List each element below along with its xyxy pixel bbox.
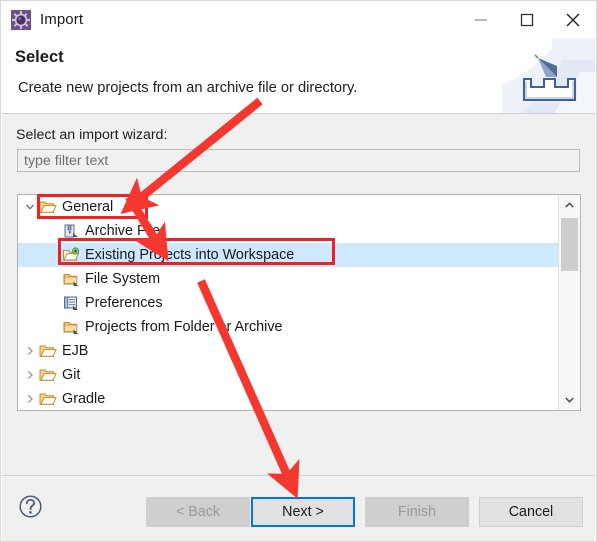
tree-item-label: Preferences (85, 295, 163, 311)
wizard-body: Select an import wizard: General (2, 113, 595, 476)
tree-item-label: EJB (62, 343, 89, 359)
search-input[interactable] (17, 149, 580, 172)
window-title: Import (40, 11, 84, 28)
finish-button[interactable]: Finish (365, 497, 469, 527)
title-bar: Import (1, 1, 596, 38)
chevron-right-icon[interactable] (21, 346, 39, 356)
tree-item-preferences[interactable]: Preferences (18, 291, 559, 315)
folder-import-icon (62, 270, 80, 288)
page-description: Create new projects from an archive file… (18, 80, 358, 96)
tree-item-file-system[interactable]: File System (18, 267, 559, 291)
wizard-header: Select Create new projects from an archi… (2, 38, 595, 113)
annotation-box-existing-projects (58, 238, 335, 265)
import-tray-arrow-icon (502, 38, 595, 113)
help-question-icon[interactable] (18, 494, 43, 519)
folder-open-icon (39, 366, 57, 384)
chevron-right-icon[interactable] (21, 370, 39, 380)
maximize-icon[interactable] (504, 1, 550, 38)
back-button[interactable]: < Back (146, 497, 250, 527)
tree-item-label: Git (62, 367, 81, 383)
cancel-button[interactable]: Cancel (479, 497, 583, 527)
scrollbar-thumb[interactable] (561, 218, 578, 271)
tree-vertical-scrollbar[interactable] (558, 195, 580, 410)
import-wizard-icon (11, 9, 31, 30)
window-controls (458, 1, 596, 38)
next-button[interactable]: Next > (251, 497, 355, 527)
preferences-icon (62, 294, 80, 312)
tree-item-label: Archive File (85, 223, 161, 239)
close-icon[interactable] (550, 1, 596, 38)
tree-item-label: File System (85, 271, 161, 287)
tree-item-git[interactable]: Git (18, 363, 559, 387)
tree-label: Select an import wizard: (16, 127, 168, 143)
tree-item-ejb[interactable]: EJB (18, 339, 559, 363)
tree-item-label: Projects from Folder or Archive (85, 319, 283, 335)
tree-rows: General Archive File Existing Projects i… (18, 195, 559, 410)
tree-item-label: Gradle (62, 391, 106, 407)
tree-item-projects-from-folder-or-archive[interactable]: Projects from Folder or Archive (18, 315, 559, 339)
folder-open-icon (39, 342, 57, 360)
import-wizard-dialog: Import Select Create new projects from a… (0, 0, 597, 542)
folder-import-icon (62, 318, 80, 336)
chevron-up-icon[interactable] (559, 195, 580, 216)
tree-item-gradle[interactable]: Gradle (18, 387, 559, 410)
chevron-right-icon[interactable] (21, 394, 39, 404)
minimize-icon[interactable] (458, 1, 504, 38)
folder-open-icon (39, 390, 57, 408)
chevron-down-icon[interactable] (559, 389, 580, 410)
page-title: Select (15, 48, 64, 66)
import-wizard-tree[interactable]: General Archive File Existing Projects i… (17, 194, 581, 411)
annotation-box-general (37, 194, 148, 219)
